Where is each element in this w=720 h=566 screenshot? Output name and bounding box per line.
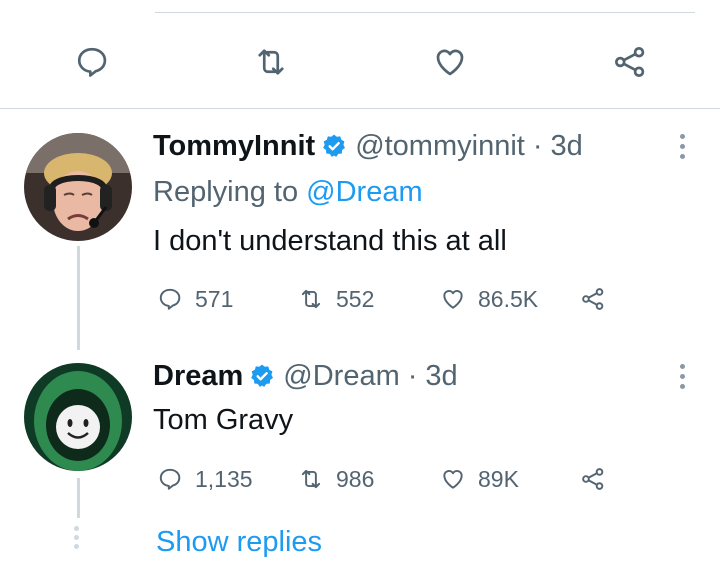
share-button[interactable] — [610, 42, 650, 82]
avatar-dream[interactable] — [24, 363, 132, 471]
timestamp[interactable]: 3d — [425, 358, 457, 394]
tweet-text: I don't understand this at all — [153, 225, 507, 257]
thread-connector — [77, 246, 80, 350]
timestamp[interactable]: 3d — [551, 128, 583, 164]
separator-dot: · — [407, 360, 418, 392]
replying-prefix: Replying to — [153, 176, 299, 208]
retweet-count: 552 — [336, 285, 375, 312]
reply-button[interactable] — [72, 42, 112, 82]
reply-action[interactable]: 1,135 — [157, 464, 253, 494]
like-count: 86.5K — [478, 285, 539, 312]
avatar-tommyinnit[interactable] — [24, 133, 132, 241]
more-options-button[interactable] — [670, 358, 694, 394]
display-name[interactable]: Dream — [153, 358, 243, 394]
reply-count: 1,135 — [195, 465, 253, 492]
top-divider — [155, 12, 695, 13]
share-icon — [615, 47, 645, 77]
mention-link[interactable]: @Dream — [306, 176, 422, 208]
thread-connector — [77, 478, 80, 518]
display-name[interactable]: TommyInnit — [153, 128, 315, 164]
share-action[interactable] — [580, 284, 606, 314]
show-replies-link[interactable]: Show replies — [156, 524, 322, 560]
like-action[interactable]: 86.5K — [440, 284, 538, 314]
share-icon — [582, 468, 604, 490]
more-options-button[interactable] — [670, 128, 694, 164]
verified-badge-icon — [251, 364, 274, 387]
dream-avatar-image — [24, 363, 132, 471]
more-dot-icon — [679, 373, 685, 379]
thread-continuation-dots — [74, 526, 79, 549]
tweet-2-header: Dream @Dream · 3d — [153, 358, 458, 394]
retweet-icon — [301, 289, 321, 309]
reply-icon — [77, 47, 107, 77]
more-dot-icon — [679, 143, 685, 149]
handle[interactable]: @tommyinnit — [355, 128, 525, 164]
more-dot-icon — [679, 153, 685, 159]
like-button[interactable] — [430, 42, 470, 82]
handle[interactable]: @Dream — [283, 358, 399, 394]
like-icon — [443, 290, 463, 309]
tweet-text: Tom Gravy — [153, 404, 294, 436]
tweet-1-header: TommyInnit @tommyinnit · 3d — [153, 128, 583, 164]
retweet-count: 986 — [336, 465, 375, 492]
replying-to-line: Replying to @Dream — [153, 174, 423, 210]
more-dot-icon — [679, 133, 685, 139]
reply-icon — [159, 288, 181, 310]
like-action[interactable]: 89K — [440, 464, 519, 494]
more-dot-icon — [679, 383, 685, 389]
reply-action[interactable]: 571 — [157, 284, 233, 314]
share-icon — [582, 288, 604, 310]
retweet-button[interactable] — [251, 42, 291, 82]
tommyinnit-avatar-image — [24, 133, 132, 241]
reply-count: 571 — [195, 285, 234, 312]
separator-dot: · — [532, 130, 543, 162]
like-icon — [443, 470, 463, 489]
reply-icon — [159, 468, 181, 490]
retweet-icon — [301, 469, 321, 489]
more-dot-icon — [679, 363, 685, 369]
share-action[interactable] — [580, 464, 606, 494]
retweet-icon — [258, 49, 284, 75]
retweet-action[interactable]: 552 — [298, 284, 374, 314]
like-count: 89K — [478, 465, 519, 492]
retweet-action[interactable]: 986 — [298, 464, 374, 494]
like-icon — [436, 49, 464, 76]
section-divider — [0, 108, 720, 109]
verified-badge-icon — [323, 134, 346, 157]
